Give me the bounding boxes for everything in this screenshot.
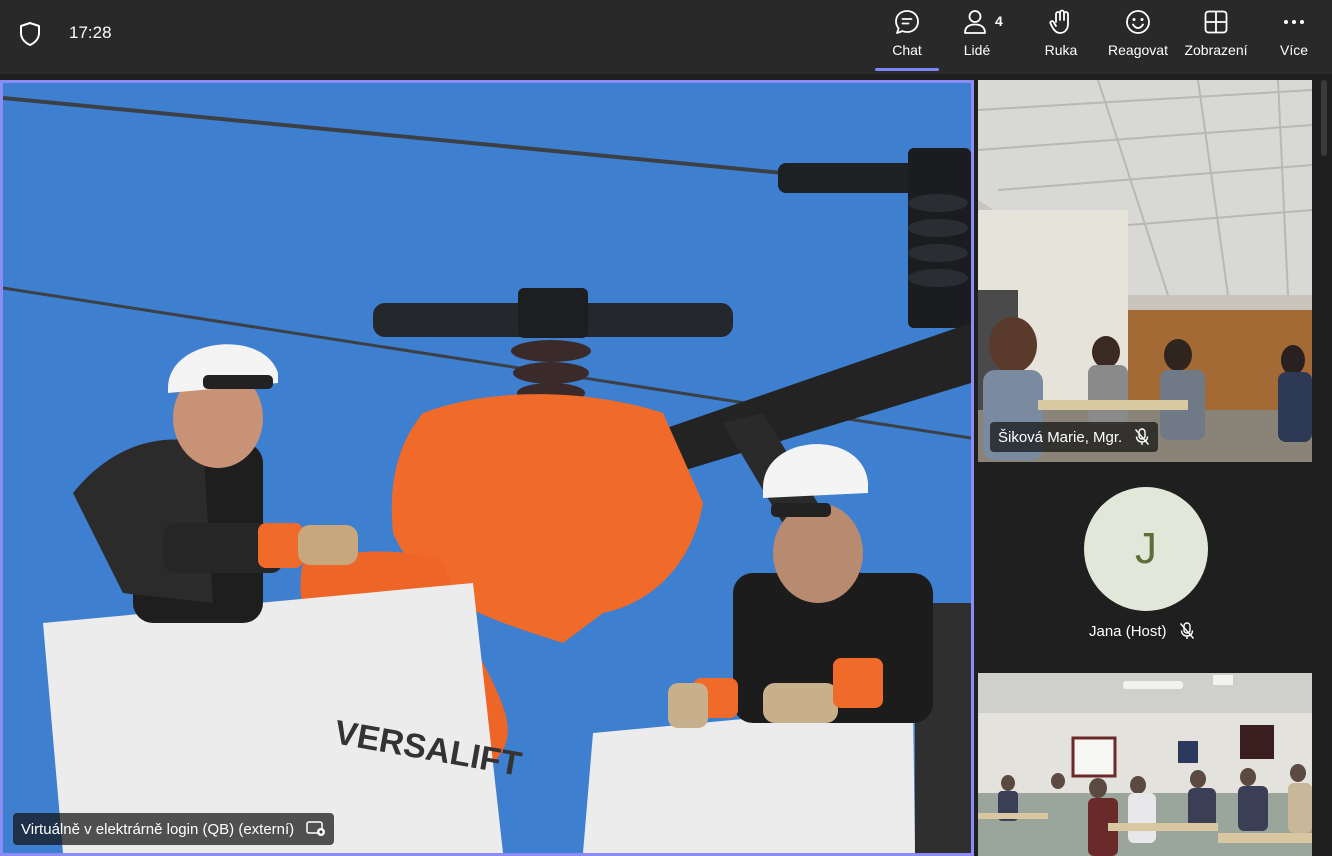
meeting-timer: 17:28 <box>69 23 112 42</box>
participant-label-jana: Jana (Host) <box>1089 622 1195 640</box>
mic-off-icon <box>1179 622 1194 639</box>
people-icon <box>964 10 986 34</box>
screen-share-icon[interactable] <box>306 821 326 837</box>
main-video-tile[interactable]: VERSALIFT Virtuálně v elektrárně login (… <box>0 80 974 856</box>
classroom-2-video-feed <box>978 673 1312 856</box>
react-label: Reagovat <box>1108 42 1168 58</box>
main-participant-name: Virtuálně v elektrárně login (QB) (exter… <box>21 820 295 838</box>
avatar-jana[interactable]: J <box>1084 487 1208 611</box>
participant-name-jana: Jana (Host) <box>1089 622 1167 640</box>
grid-view-icon <box>1204 10 1228 34</box>
more-button[interactable]: Více <box>1258 6 1330 70</box>
people-label: Lidé <box>963 42 991 58</box>
participant-tile-sikova[interactable]: Šiková Marie, Mgr. <box>978 80 1312 462</box>
classroom-video-feed <box>978 80 1312 462</box>
participant-label-sikova: Šiková Marie, Mgr. <box>990 422 1159 452</box>
more-label: Více <box>1279 42 1308 58</box>
chat-icon <box>895 10 919 34</box>
sidebar-scrollbar-thumb[interactable] <box>1321 80 1327 156</box>
participant-count-badge: 4 <box>995 13 1003 29</box>
participant-name-sikova: Šiková Marie, Mgr. <box>998 428 1123 446</box>
meeting-toolbar: 17:28 Chat Lidé 4 Ruka Reagovat Zobrazen… <box>0 0 1332 74</box>
chat-button[interactable]: Chat <box>871 6 943 70</box>
avatar-initial: J <box>1135 524 1157 573</box>
view-button[interactable]: Zobrazení <box>1180 6 1252 70</box>
main-participant-label: Virtuálně v elektrárně login (QB) (exter… <box>13 813 335 845</box>
view-label: Zobrazení <box>1184 42 1248 58</box>
active-tab-indicator <box>875 68 939 71</box>
react-button[interactable]: Reagovat <box>1102 6 1174 70</box>
smiley-icon <box>1126 10 1150 34</box>
video-feed: VERSALIFT <box>3 83 971 853</box>
raise-hand-button[interactable]: Ruka <box>1025 6 1097 70</box>
chat-label: Chat <box>892 42 922 58</box>
raise-hand-label: Ruka <box>1044 42 1078 58</box>
hand-icon <box>1049 9 1069 34</box>
more-icon <box>1284 20 1304 24</box>
mic-off-icon <box>1135 428 1150 445</box>
shield-icon[interactable] <box>18 21 42 47</box>
participant-tile-classroom[interactable] <box>978 673 1312 856</box>
sidebar-scrollbar[interactable] <box>1318 80 1332 856</box>
